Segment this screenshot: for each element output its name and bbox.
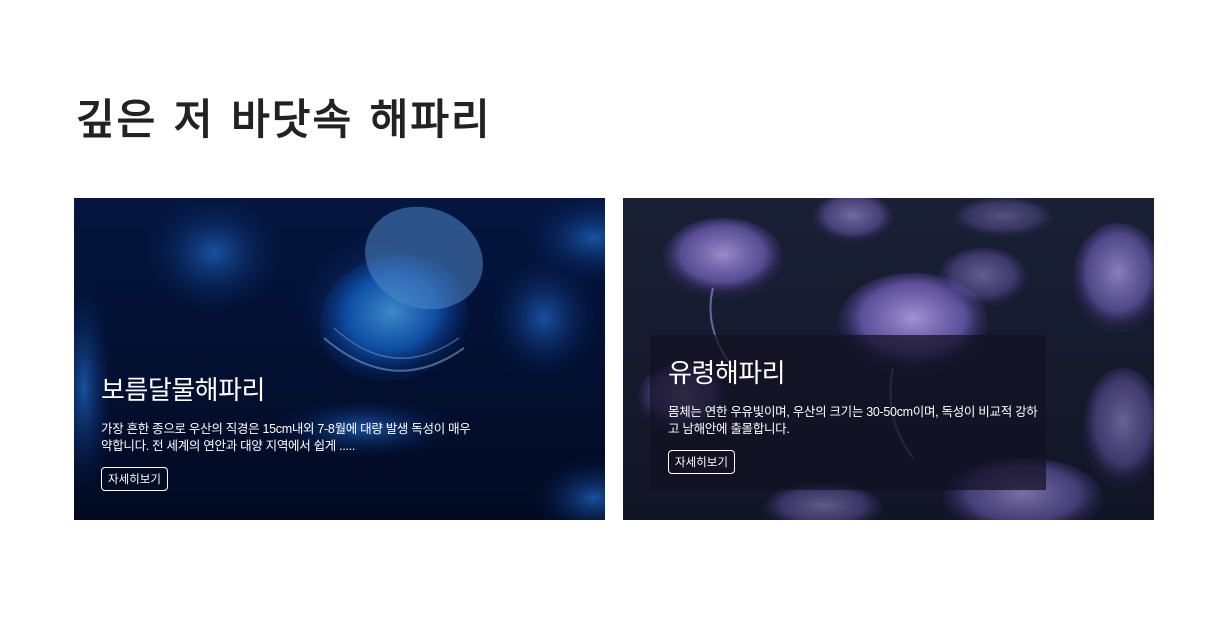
details-button[interactable]: 자세히보기 xyxy=(668,450,735,474)
card-title: 유령해파리 xyxy=(668,358,786,388)
jellyfish-card-moon[interactable]: 보름달물해파리 가장 흔한 종으로 우산의 직경은 15cm내외 7-8월에 대… xyxy=(74,198,605,520)
card-caption: 유령해파리 몸체는 연한 우유빛이며, 우산의 크기는 30-50cm이며, 독… xyxy=(668,353,1038,474)
page-title: 깊은 저 바닷속 해파리 xyxy=(76,95,492,144)
card-description: 가장 흔한 종으로 우산의 직경은 15cm내외 7-8월에 대량 발생 독성이… xyxy=(101,422,471,453)
jellyfish-card-ghost[interactable]: 유령해파리 몸체는 연한 우유빛이며, 우산의 크기는 30-50cm이며, 독… xyxy=(623,198,1154,520)
card-description: 몸체는 연한 우유빛이며, 우산의 크기는 30-50cm이며, 독성이 비교적… xyxy=(668,405,1038,436)
card-title: 보름달물해파리 xyxy=(101,375,265,405)
details-button[interactable]: 자세히보기 xyxy=(101,467,168,491)
card-caption: 보름달물해파리 가장 흔한 종으로 우산의 직경은 15cm내외 7-8월에 대… xyxy=(101,370,481,491)
